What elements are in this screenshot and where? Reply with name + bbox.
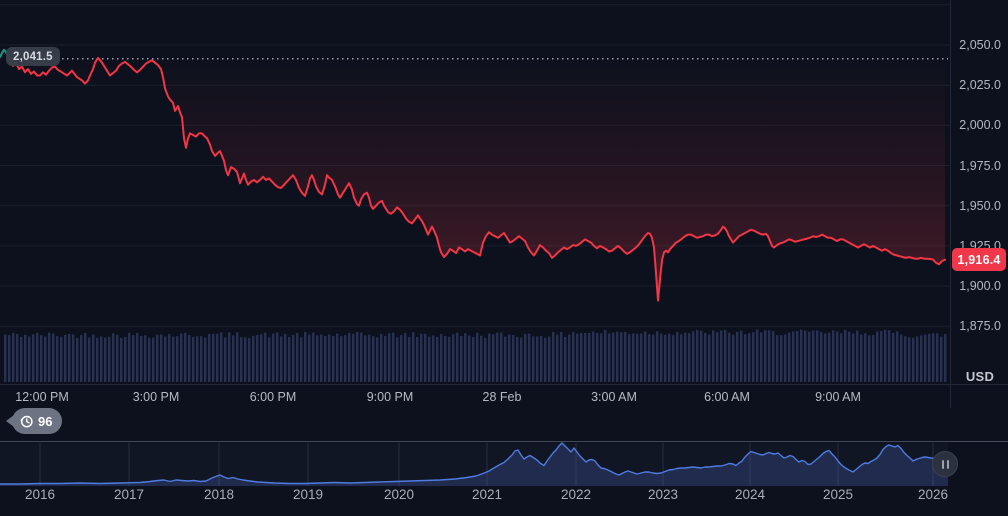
baseline-price-pill: 2,041.5 bbox=[6, 47, 60, 66]
time-tick-label: 12:00 PM bbox=[15, 390, 69, 404]
year-label: 2017 bbox=[113, 487, 145, 502]
price-tick-label: 2,025.0 bbox=[959, 78, 1001, 93]
last-price-tag: 1,916.4 bbox=[952, 248, 1006, 272]
main-chart-svg[interactable] bbox=[0, 0, 950, 384]
price-tick-label: 1,975.0 bbox=[959, 158, 1001, 173]
time-tick-label: 6:00 AM bbox=[704, 390, 750, 404]
year-label: 2018 bbox=[203, 487, 235, 502]
year-label: 2023 bbox=[647, 487, 679, 502]
price-axis[interactable]: 1,916.4 USD 2,050.0 2,025.0 2,000.0 1,975.0… bbox=[950, 0, 1008, 408]
time-tick-label: 3:00 PM bbox=[132, 390, 180, 404]
time-axis[interactable]: 12:00 PM 3:00 PM 6:00 PM 9:00 PM 28 Feb 3:00 … bbox=[0, 384, 1008, 408]
main-chart-pane[interactable]: 2,041.5 bbox=[0, 0, 950, 384]
pause-icon bbox=[941, 459, 944, 469]
time-tick-label: 28 Feb bbox=[482, 390, 522, 404]
navigator-svg[interactable] bbox=[0, 442, 1008, 487]
price-tick-label: 1,900.0 bbox=[959, 279, 1001, 293]
history-badge-count: 96 bbox=[38, 413, 53, 429]
year-label: 2021 bbox=[471, 487, 503, 502]
price-tick-label: 1,950.0 bbox=[959, 198, 1001, 213]
year-label: 2026 bbox=[917, 487, 949, 502]
time-tick-label: 6:00 PM bbox=[249, 390, 297, 404]
year-label: 2024 bbox=[734, 487, 766, 502]
price-tick-label: 1,875.0 bbox=[959, 319, 1001, 334]
price-tick-label: 2,050.0 bbox=[959, 38, 1001, 52]
time-tick-label: 9:00 AM bbox=[815, 390, 861, 404]
price-chart-widget: 2,041.5 1,916.4 USD 2,050.0 2,025.0 2,000.… bbox=[0, 0, 1008, 516]
year-label: 2020 bbox=[383, 487, 415, 502]
year-label: 2025 bbox=[822, 487, 854, 502]
range-navigator[interactable] bbox=[0, 441, 1008, 486]
year-label: 2019 bbox=[292, 487, 324, 502]
year-label: 2016 bbox=[24, 487, 56, 502]
year-label: 2022 bbox=[560, 487, 592, 502]
pause-icon bbox=[946, 459, 949, 469]
currency-label: USD bbox=[965, 369, 995, 384]
clock-history-icon bbox=[20, 415, 33, 427]
baseline-price-label: 2,041.5 bbox=[13, 50, 53, 63]
time-tick-label: 9:00 PM bbox=[366, 390, 414, 404]
navigator-handle[interactable] bbox=[932, 451, 958, 477]
year-axis[interactable]: 2016 2017 2018 2019 2020 2021 2022 2023 2024 2025… bbox=[0, 487, 1008, 507]
last-price-label: 1,916.4 bbox=[957, 252, 1001, 267]
price-tick-label: 2,000.0 bbox=[959, 118, 1001, 133]
time-tick-label: 3:00 AM bbox=[591, 390, 637, 404]
history-badge[interactable]: 96 bbox=[12, 408, 63, 434]
